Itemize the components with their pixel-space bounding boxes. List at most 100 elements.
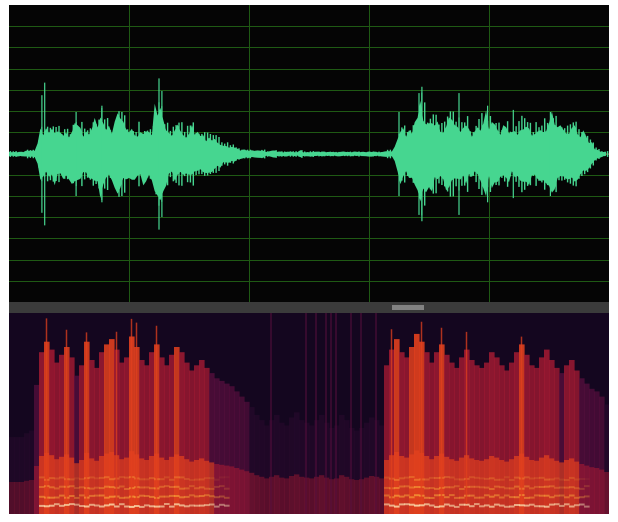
spectrogram-harmonic (559, 494, 565, 497)
spectrogram-harmonic (394, 505, 400, 508)
spectrogram-harmonic (549, 478, 555, 481)
spectrogram-harmonic (54, 496, 60, 499)
spectrogram-harmonic (459, 496, 465, 499)
spectrogram-harmonic (94, 477, 100, 480)
spectrogram-harmonic (64, 503, 70, 506)
spectrogram-harmonic (509, 496, 515, 499)
spectrogram-harmonic (214, 478, 220, 481)
spectrogram-harmonic (514, 496, 520, 499)
spectrogram-harmonic (109, 486, 115, 489)
spectrogram-harmonic (124, 505, 130, 508)
spectrogram-harmonic (39, 476, 45, 479)
spectrogram-low-band (264, 478, 270, 514)
spectrogram-harmonic (204, 487, 210, 490)
spectrogram-harmonic (109, 495, 115, 498)
spectrogram-harmonic (569, 486, 575, 489)
spectrogram-harmonic (454, 485, 460, 488)
spectrogram-harmonic (89, 476, 95, 479)
spectrogram-low-band (284, 478, 290, 514)
spectrogram-harmonic (509, 487, 515, 490)
spectrogram-harmonic (559, 486, 565, 489)
spectrogram-harmonic (59, 485, 65, 488)
spectrogram-harmonic (74, 487, 80, 489)
spectrogram-harmonic (549, 496, 555, 499)
spectrogram-harmonic (479, 505, 485, 508)
spectrogram-harmonic (144, 486, 150, 489)
spectrogram-harmonic (94, 504, 100, 507)
spectrogram-harmonic (554, 486, 560, 489)
spectrogram-harmonic (404, 494, 410, 497)
spectrogram-low-band (254, 475, 260, 514)
spectrogram-low-band (364, 477, 370, 514)
spectrogram-harmonic (79, 505, 85, 507)
spectrogram-harmonic (39, 486, 45, 488)
spectrogram-harmonic (89, 487, 95, 490)
spectrogram-harmonic (54, 487, 60, 490)
spectrogram-harmonic (224, 487, 230, 490)
spectrogram-harmonic (474, 503, 480, 506)
spectrogram-harmonic (164, 485, 170, 488)
spectrogram-harmonic (394, 487, 400, 489)
spectrogram-harmonic (384, 494, 390, 497)
spectrogram-low-band (379, 478, 385, 514)
spectrogram-harmonic (434, 505, 440, 508)
spectrogram-harmonic (424, 478, 430, 481)
spectrogram-low-band (319, 475, 325, 514)
spectrogram-harmonic (409, 496, 415, 499)
spectrogram-harmonic (459, 488, 465, 490)
splitter-grip-handle[interactable] (392, 305, 424, 310)
spectrogram-harmonic (49, 504, 55, 507)
spectrogram-harmonic (219, 495, 225, 498)
spectrogram-harmonic (444, 496, 450, 499)
spectrogram-harmonic (164, 495, 170, 498)
spectrogram-harmonic (74, 503, 80, 506)
spectrogram-harmonic (544, 485, 550, 488)
spectrogram-harmonic (54, 477, 60, 480)
spectrogram-harmonic (514, 476, 520, 479)
spectrogram-harmonic (484, 477, 490, 480)
spectrogram-harmonic (59, 476, 65, 479)
spectrogram-harmonic (504, 476, 510, 479)
spectrogram-low-band (414, 450, 420, 514)
spectrogram-low-band (394, 452, 400, 514)
spectrogram-harmonic (569, 494, 575, 497)
waveform-plot[interactable] (9, 5, 609, 302)
spectrogram-low-band (369, 476, 375, 514)
spectrogram-low-band (334, 478, 340, 514)
spectrogram-plot[interactable] (9, 313, 609, 514)
spectrogram-harmonic (404, 476, 410, 479)
spectrogram-harmonic (159, 478, 165, 481)
spectrogram-low-band (234, 468, 240, 514)
spectrogram-harmonic (534, 485, 540, 488)
spectrogram-harmonic (174, 495, 180, 497)
spectrogram-harmonic (444, 503, 450, 506)
spectrogram-harmonic (474, 476, 480, 479)
spectrogram-harmonic (414, 478, 420, 481)
spectrogram-low-band (594, 468, 600, 514)
spectrogram-harmonic (224, 476, 230, 479)
spectrogram-harmonic (114, 505, 120, 508)
spectrogram-harmonic (484, 494, 490, 497)
panel-splitter[interactable] (9, 302, 609, 313)
spectrogram-harmonic (144, 478, 150, 481)
spectrogram-harmonic (529, 503, 535, 506)
spectrogram-harmonic (184, 495, 190, 498)
spectrogram-harmonic (394, 478, 400, 481)
spectrogram-harmonic (474, 485, 480, 488)
spectrogram-harmonic (404, 503, 410, 506)
spectrogram-harmonic (414, 486, 420, 488)
spectrogram-harmonic (179, 504, 185, 507)
spectrogram-harmonic (529, 477, 535, 480)
spectrogram-harmonic (524, 496, 530, 499)
spectrogram-harmonic (469, 485, 475, 488)
spectrogram-panel[interactable] (9, 313, 609, 514)
spectrogram-harmonic (539, 486, 545, 488)
spectrogram-harmonic (534, 494, 540, 497)
spectrogram-harmonic (144, 504, 150, 507)
spectrogram-harmonic (449, 476, 455, 479)
spectrogram-harmonic (99, 487, 105, 490)
spectrogram-harmonic (519, 504, 525, 507)
spectrogram-harmonic (119, 485, 125, 488)
waveform-panel[interactable] (9, 5, 609, 302)
spectrogram-harmonic (534, 505, 540, 508)
